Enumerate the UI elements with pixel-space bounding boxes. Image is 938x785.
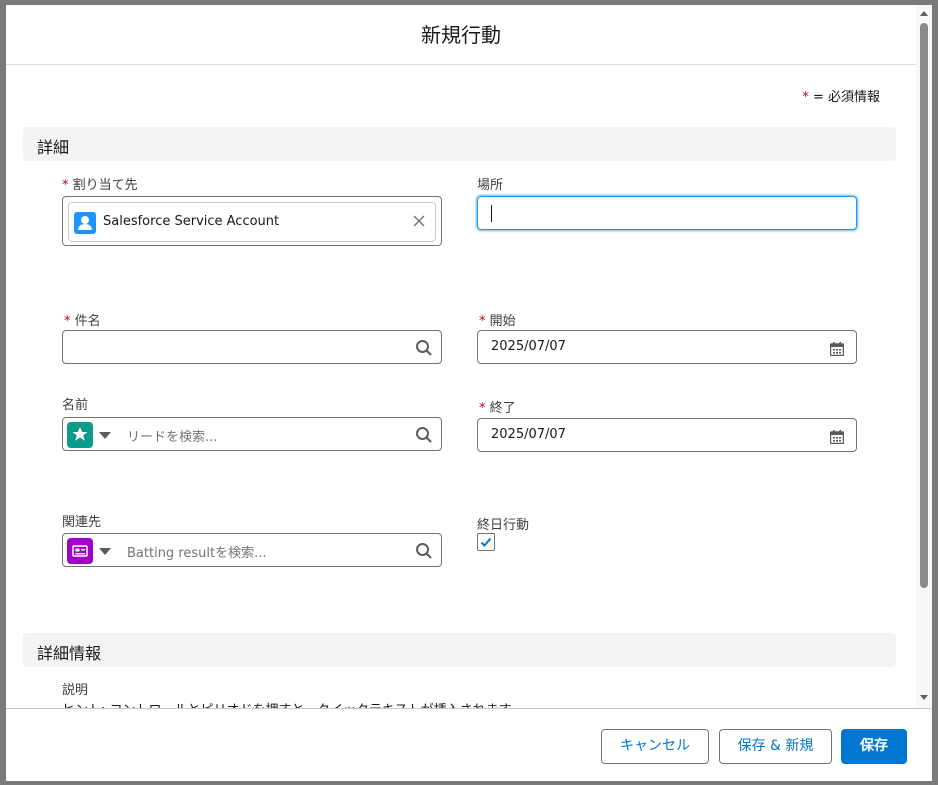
section-title-details-info: 詳細情報 <box>37 644 102 663</box>
new-event-modal: 新規行動 * = 必須情報 詳細 * 割り当て先 Salesforce Serv… <box>6 5 932 781</box>
modal-body[interactable]: * = 必須情報 詳細 * 割り当て先 Salesforce Service A… <box>6 65 916 708</box>
search-icon <box>415 542 433 560</box>
search-icon <box>415 339 433 357</box>
related-to-lookup[interactable]: Batting resultを検索... <box>62 533 442 567</box>
required-info-note: * = 必須情報 <box>802 86 880 105</box>
subject-combobox[interactable] <box>62 330 442 364</box>
required-asterisk: * <box>802 90 809 105</box>
section-header-details-info[interactable]: 詳細情報 <box>23 633 896 667</box>
subject-label: * 件名 <box>64 310 101 329</box>
description-hint: ヒント: コントロールとピリオドを押すと、クイックテキストが挿入されます。 <box>62 699 523 708</box>
required-asterisk: * <box>479 401 486 416</box>
start-date-value: 2025/07/07 <box>491 339 566 354</box>
scroll-down-arrow-icon[interactable] <box>920 695 928 700</box>
description-label: 説明 <box>62 683 89 698</box>
lead-icon[interactable] <box>67 422 93 448</box>
end-label-text: 終了 <box>489 401 516 416</box>
related-search-placeholder: Batting resultを検索... <box>127 546 267 561</box>
modal-title: 新規行動 <box>421 23 501 47</box>
required-asterisk: * <box>64 314 71 329</box>
end-date-input[interactable]: 2025/07/07 <box>477 418 857 452</box>
section-header-details[interactable]: 詳細 <box>23 127 896 161</box>
assigned-to-label-text: 割り当て先 <box>72 178 138 193</box>
save-and-new-button[interactable]: 保存 & 新規 <box>719 729 832 764</box>
end-date-value: 2025/07/07 <box>491 427 566 442</box>
related-to-label: 関連先 <box>62 515 102 530</box>
assigned-to-label: * 割り当て先 <box>62 174 138 193</box>
name-lookup[interactable]: リードを検索... <box>62 417 442 451</box>
name-search-placeholder: リードを検索... <box>127 430 218 445</box>
modal-scrollbar[interactable] <box>916 5 932 708</box>
start-label: * 開始 <box>479 310 516 329</box>
end-label: * 終了 <box>479 397 516 416</box>
scroll-thumb[interactable] <box>920 23 928 588</box>
subject-label-text: 件名 <box>74 314 101 329</box>
modal-footer: キャンセル 保存 & 新規 保存 <box>6 708 932 781</box>
text-cursor <box>491 205 492 222</box>
modal-header: 新規行動 <box>6 5 916 65</box>
all-day-label: 終日行動 <box>477 518 530 533</box>
assigned-to-pill[interactable]: Salesforce Service Account <box>68 202 436 242</box>
custom-object-icon[interactable] <box>67 538 93 564</box>
close-icon[interactable] <box>413 213 425 231</box>
scroll-up-arrow-icon[interactable] <box>920 11 928 16</box>
required-asterisk: * <box>62 178 69 193</box>
start-label-text: 開始 <box>489 314 516 329</box>
all-day-checkbox[interactable] <box>477 533 495 551</box>
location-input[interactable] <box>477 196 857 230</box>
checkmark-icon <box>480 537 492 547</box>
search-icon <box>415 426 433 444</box>
name-label: 名前 <box>62 398 89 413</box>
section-title-details: 詳細 <box>37 138 70 157</box>
chevron-down-icon[interactable] <box>99 548 111 555</box>
calendar-icon[interactable] <box>829 341 845 357</box>
assigned-to-value: Salesforce Service Account <box>103 214 280 229</box>
required-note-text: = 必須情報 <box>812 90 880 105</box>
assigned-to-field[interactable]: Salesforce Service Account <box>62 196 442 246</box>
location-label: 場所 <box>477 178 504 193</box>
chevron-down-icon[interactable] <box>99 432 111 439</box>
required-asterisk: * <box>479 314 486 329</box>
cancel-button[interactable]: キャンセル <box>601 729 709 764</box>
calendar-icon[interactable] <box>829 429 845 445</box>
start-date-input[interactable]: 2025/07/07 <box>477 330 857 364</box>
save-button[interactable]: 保存 <box>841 729 907 764</box>
user-icon <box>74 212 96 234</box>
